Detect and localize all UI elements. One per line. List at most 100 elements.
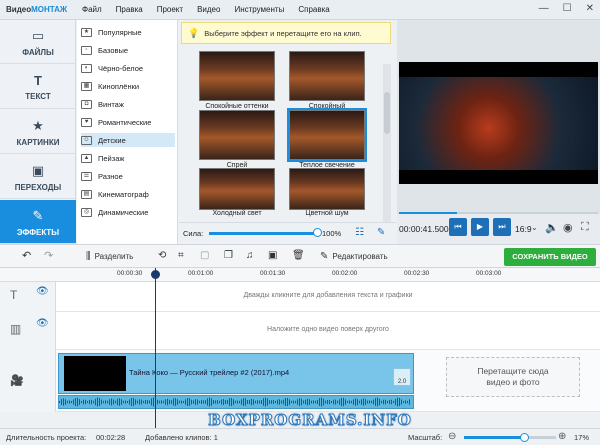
- menu-item-project[interactable]: Проект: [157, 5, 183, 14]
- paste-icon[interactable]: ▣: [268, 250, 277, 261]
- category-label: Винтаж: [98, 99, 124, 109]
- undo-icon[interactable]: ↶: [22, 249, 31, 262]
- text-track[interactable]: Дважды кликните для добавления текста и …: [56, 282, 600, 312]
- status-bar: Длительность проекта: 00:02:28 Добавлено…: [0, 428, 600, 445]
- crop-icon[interactable]: ⌗: [178, 250, 184, 261]
- category-bw[interactable]: ◐ Чёрно-белое: [81, 61, 175, 75]
- menu-item-help[interactable]: Справка: [298, 5, 329, 14]
- previous-button[interactable]: ⏮: [449, 218, 467, 236]
- scale-slider-fill: [464, 436, 524, 439]
- sidebar-item-files[interactable]: ▭ ФАЙЛЫ: [0, 20, 76, 64]
- minimize-icon[interactable]: —: [539, 3, 549, 14]
- overlay-track[interactable]: Наложите одно видео поверх другого: [56, 312, 600, 350]
- menu-item-file[interactable]: Файл: [82, 5, 102, 14]
- duration-value: 00:02:28: [96, 433, 126, 442]
- gallery-scrollbar[interactable]: [383, 64, 391, 232]
- strength-slider-handle[interactable]: [313, 228, 322, 237]
- drop-zone[interactable]: Перетащите сюда видео и фото: [446, 357, 580, 397]
- effect-label: Спокойный: [308, 103, 346, 110]
- app-title-part1: Видео: [6, 5, 32, 14]
- edit-button[interactable]: ✎ Редактировать: [320, 251, 388, 262]
- sidebar-item-label: КАРТИНКИ: [16, 138, 60, 147]
- menu-item-video[interactable]: Видео: [197, 5, 220, 14]
- copy-icon[interactable]: ❐: [224, 250, 233, 261]
- close-icon[interactable]: ✕: [586, 3, 594, 14]
- frame-icon[interactable]: ▢: [200, 250, 209, 261]
- menu-item-tools[interactable]: Инструменты: [234, 5, 284, 14]
- sidebar-item-transitions[interactable]: ▣ ПЕРЕХОДЫ: [0, 155, 76, 199]
- video-clip[interactable]: Тайна Коко — Русский трейлер #2 (2017).m…: [58, 353, 414, 394]
- snapshot-icon[interactable]: ◉: [563, 221, 573, 234]
- category-label: Чёрно-белое: [98, 63, 144, 73]
- chevron-down-icon[interactable]: ⌄: [531, 223, 538, 232]
- category-romantic[interactable]: ♥ Романтические: [81, 115, 175, 129]
- save-video-button[interactable]: СОХРАНИТЬ ВИДЕО: [504, 248, 596, 266]
- next-button[interactable]: ⏭: [493, 218, 511, 236]
- sidebar-item-label: ЭФФЕКТЫ: [16, 228, 60, 237]
- sidebar: ▭ ФАЙЛЫ T ТЕКСТ ★ КАРТИНКИ ▣ ПЕРЕХОДЫ ✎ …: [0, 20, 76, 244]
- sidebar-item-effects[interactable]: ✎ ЭФФЕКТЫ: [0, 200, 76, 244]
- edit-label: Редактировать: [332, 252, 388, 261]
- effect-label: Спокойные оттенки: [205, 103, 269, 110]
- menu-item-edit[interactable]: Правка: [116, 5, 143, 14]
- category-kids[interactable]: ☺ Детские: [81, 133, 175, 147]
- rotate-icon[interactable]: ⟲: [158, 250, 166, 261]
- category-basic[interactable]: ▫ Базовые: [81, 43, 175, 57]
- category-dynamic[interactable]: ◎ Динамические: [81, 205, 175, 219]
- ruler-tick: 00:01:30: [260, 270, 286, 277]
- category-label: Романтические: [98, 117, 152, 127]
- video-preview: [399, 62, 598, 184]
- aspect-ratio-select[interactable]: 16:9: [515, 224, 532, 234]
- effect-thumbnail-selected[interactable]: [287, 108, 367, 162]
- play-button[interactable]: ▶: [471, 218, 489, 236]
- sidebar-item-text[interactable]: T ТЕКСТ: [0, 65, 76, 109]
- effect-thumbnail[interactable]: [199, 51, 275, 101]
- split-icon: ⫼: [86, 251, 91, 262]
- scale-slider[interactable]: [464, 436, 556, 439]
- clip-effect-badge[interactable]: 2.0: [393, 368, 411, 386]
- volume-icon[interactable]: 🔈: [545, 221, 559, 234]
- sidebar-item-pictures[interactable]: ★ КАРТИНКИ: [0, 110, 76, 154]
- category-popular[interactable]: ★ Популярные: [81, 25, 175, 39]
- category-vintage[interactable]: ◘ Винтаж: [81, 97, 175, 111]
- timeline-ruler[interactable]: 00:00:30 00:01:00 00:01:30 00:02:00 00:0…: [0, 268, 600, 282]
- scale-slider-handle[interactable]: [519, 433, 529, 442]
- category-label: Киноплёнки: [98, 81, 140, 91]
- zoom-out-icon[interactable]: ⊖: [448, 431, 456, 442]
- effect-thumbnail[interactable]: [289, 51, 365, 101]
- split-button[interactable]: ⫼ Разделить: [86, 251, 133, 262]
- delete-icon[interactable]: 🗑: [292, 250, 305, 261]
- category-label: Динамические: [98, 207, 149, 217]
- category-cinematic[interactable]: ▤ Кинематограф: [81, 187, 175, 201]
- category-film[interactable]: ▦ Киноплёнки: [81, 79, 175, 93]
- star-icon: ★: [32, 118, 44, 133]
- category-misc[interactable]: ☰ Разное: [81, 169, 175, 183]
- dynamic-icon: ◎: [81, 207, 92, 217]
- eye-icon[interactable]: 👁: [36, 286, 49, 297]
- settings-sliders-icon[interactable]: ☷: [355, 227, 364, 238]
- fullscreen-icon[interactable]: ⛶: [581, 221, 589, 234]
- zoom-in-icon[interactable]: ⊕: [558, 431, 566, 442]
- audio-waveform[interactable]: [58, 395, 414, 409]
- playhead[interactable]: [151, 268, 160, 428]
- eye-icon[interactable]: 👁: [36, 318, 49, 329]
- scale-value: 17%: [574, 433, 590, 442]
- brush-icon[interactable]: ✎: [377, 227, 385, 238]
- effect-thumbnail[interactable]: [199, 168, 275, 210]
- strength-slider[interactable]: [209, 232, 317, 235]
- music-note-icon[interactable]: ♫: [246, 250, 254, 261]
- category-label: Популярные: [98, 27, 142, 37]
- clip-name: Тайна Коко — Русский трейлер #2 (2017).m…: [129, 368, 290, 377]
- scrollbar-thumb[interactable]: [384, 92, 390, 134]
- category-landscape[interactable]: ▲ Пейзаж: [81, 151, 175, 165]
- sidebar-item-label: ФАЙЛЫ: [22, 48, 54, 57]
- redo-icon[interactable]: ↷: [44, 249, 53, 262]
- effect-thumbnail[interactable]: [289, 168, 365, 210]
- effect-label: Цветной шум: [305, 210, 349, 217]
- maximize-icon[interactable]: ☐: [563, 3, 572, 14]
- strength-bar: Сила: 100% ☷ ✎: [179, 222, 396, 244]
- lightbulb-icon: 💡: [188, 27, 200, 38]
- effect-thumbnail[interactable]: [199, 110, 275, 160]
- playhead-handle[interactable]: [151, 270, 160, 279]
- effects-gallery: 💡 Выберите эффект и перетащите его на кл…: [179, 20, 396, 244]
